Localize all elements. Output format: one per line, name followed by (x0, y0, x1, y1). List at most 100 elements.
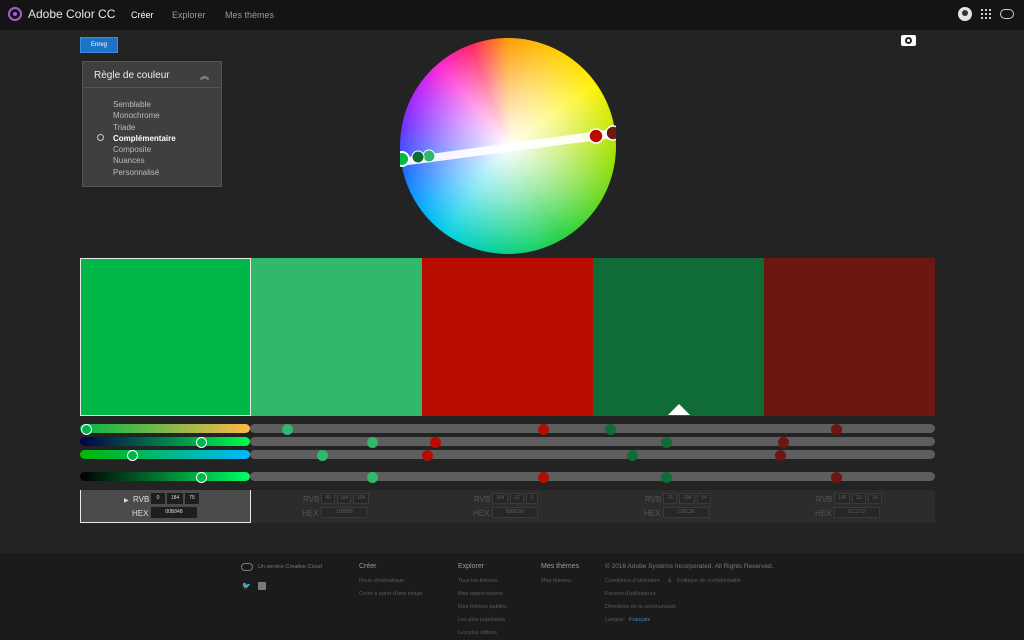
slider-thumb-g-base[interactable] (195, 436, 207, 448)
slider-thumb[interactable] (660, 471, 672, 483)
rgb-label: RVB (133, 495, 150, 504)
slider-thumb[interactable] (774, 449, 786, 461)
footer-link[interactable]: Mes thèmes (541, 578, 571, 584)
slider-thumb[interactable] (830, 423, 842, 435)
slider-r-selected[interactable] (80, 424, 250, 433)
footer-link[interactable]: Les plus populaires (458, 617, 505, 623)
hex-label: HEX (302, 509, 319, 518)
footer-link[interactable]: Roue chromatique (359, 578, 404, 584)
footer-forum-link[interactable]: Forums d'utilisateurs (605, 591, 656, 597)
swatch-1[interactable] (80, 258, 251, 416)
footer-language-select[interactable]: Français (629, 617, 650, 623)
rgb-r-field[interactable]: 49 (321, 493, 335, 504)
rule-option-shades[interactable]: Nuances (113, 155, 176, 166)
slider-thumb[interactable] (660, 436, 672, 448)
rgb-b-field[interactable]: 0 (526, 493, 538, 504)
twitter-icon[interactable]: 🐦 (242, 582, 251, 590)
rgb-b-field[interactable]: 75 (185, 493, 199, 504)
footer: Un service Creative Cloud 🐦 Créer Roue c… (0, 553, 1024, 640)
nav-my-themes[interactable]: Mes thèmes (225, 10, 274, 20)
footer-guidelines-link[interactable]: Directives de la communauté (605, 604, 676, 610)
radio-selected-icon (97, 134, 104, 141)
nav-create[interactable]: Créer (131, 10, 154, 20)
rule-option-monochromatic[interactable]: Monochrome (113, 110, 176, 121)
footer-terms-link[interactable]: Conditions d'utilisation (605, 578, 660, 584)
footer-link[interactable]: Mes appréciations (458, 591, 503, 597)
slider-thumb[interactable] (366, 436, 378, 448)
slider-b-selected[interactable] (80, 450, 250, 459)
wheel-handle-3[interactable] (588, 128, 604, 144)
slider-thumb[interactable] (421, 449, 433, 461)
rgb-r-field[interactable]: 108 (834, 493, 850, 504)
hex-field[interactable]: 106C36 (663, 507, 709, 518)
rule-option-complementary[interactable]: Complémentaire (113, 133, 176, 144)
base-color-caret-icon (668, 404, 690, 415)
footer-language-label: Langue: (605, 617, 625, 623)
slider-g-selected[interactable] (80, 437, 250, 446)
swatch-2[interactable] (251, 258, 422, 416)
hex-field[interactable]: 6C1712 (834, 507, 880, 518)
footer-privacy-link[interactable]: Politique de confidentialité (677, 578, 741, 584)
rgb-r-field[interactable]: 0 (151, 493, 165, 504)
slider-g-track[interactable] (250, 437, 935, 446)
rule-option-analogous[interactable]: Semblable (113, 99, 176, 110)
slider-thumb[interactable] (537, 471, 549, 483)
slider-thumb-b-base[interactable] (126, 449, 138, 461)
footer-link[interactable]: Mes thèmes publiés (458, 604, 507, 610)
rgb-b-field[interactable]: 18 (868, 493, 882, 504)
wheel-handle-base[interactable] (400, 151, 410, 167)
rule-option-triad[interactable]: Triade (113, 122, 176, 133)
creative-cloud-icon[interactable] (1000, 9, 1014, 19)
hex-field[interactable]: 00B848 (151, 507, 197, 518)
chevron-up-icon[interactable]: ︽ (200, 69, 209, 82)
slider-brightness-selected[interactable] (80, 472, 250, 481)
slider-b-track[interactable] (250, 450, 935, 459)
swatch-4[interactable] (593, 258, 764, 416)
nav-explore[interactable]: Explorer (172, 10, 206, 20)
color-wheel[interactable] (400, 38, 616, 254)
facebook-icon[interactable] (258, 582, 266, 590)
rgb-g-field[interactable]: 12 (510, 493, 524, 504)
rgb-g-field[interactable]: 184 (167, 493, 183, 504)
rgb-b-field[interactable]: 54 (697, 493, 711, 504)
slider-thumb[interactable] (830, 471, 842, 483)
swatch-5[interactable] (764, 258, 935, 416)
slider-thumb-brightness-base[interactable] (195, 471, 207, 483)
rgb-g-field[interactable]: 23 (852, 493, 866, 504)
rule-option-custom[interactable]: Personnalisé (113, 167, 176, 178)
brand[interactable]: Adobe Color CC (8, 7, 115, 21)
rgb-b-field[interactable]: 104 (353, 493, 369, 504)
wheel-handle-4[interactable] (411, 150, 425, 164)
hex-field[interactable]: B80C00 (492, 507, 538, 518)
rgb-r-field[interactable]: 184 (492, 493, 508, 504)
adobe-color-logo-icon (8, 7, 22, 21)
swatch-values-1: ▶ RVB 0 184 75 HEX 00B848 (80, 490, 251, 523)
slider-thumb[interactable] (777, 436, 789, 448)
save-button[interactable]: Enreg (80, 37, 118, 53)
hex-field[interactable]: 31B86B (321, 507, 367, 518)
rgb-label: RVB (645, 495, 662, 504)
rgb-g-field[interactable]: 108 (679, 493, 695, 504)
wheel-handle-2[interactable] (422, 149, 436, 163)
slider-thumb[interactable] (366, 471, 378, 483)
slider-thumb[interactable] (281, 423, 293, 435)
color-rule-header[interactable]: Règle de couleur ︽ (83, 62, 221, 88)
rgb-r-field[interactable]: 16 (663, 493, 677, 504)
user-avatar-icon[interactable] (958, 7, 972, 21)
slider-thumb[interactable] (316, 449, 328, 461)
expand-arrow-icon[interactable]: ▶ (124, 497, 129, 504)
slider-thumb[interactable] (537, 423, 549, 435)
rgb-g-field[interactable]: 184 (337, 493, 351, 504)
slider-thumb[interactable] (626, 449, 638, 461)
footer-link[interactable]: Créer à partir d'une image (359, 591, 423, 597)
footer-link[interactable]: Les plus utilisés (458, 630, 497, 636)
slider-thumb[interactable] (604, 423, 616, 435)
rule-option-compound[interactable]: Composite (113, 144, 176, 155)
slider-thumb[interactable] (429, 436, 441, 448)
slider-thumb-r-base[interactable] (80, 423, 92, 435)
apps-grid-icon[interactable] (981, 9, 991, 19)
swatch-3[interactable] (422, 258, 593, 416)
camera-icon[interactable] (901, 35, 916, 46)
wheel-handle-5[interactable] (605, 125, 616, 141)
footer-link[interactable]: Tous les thèmes (458, 578, 498, 584)
